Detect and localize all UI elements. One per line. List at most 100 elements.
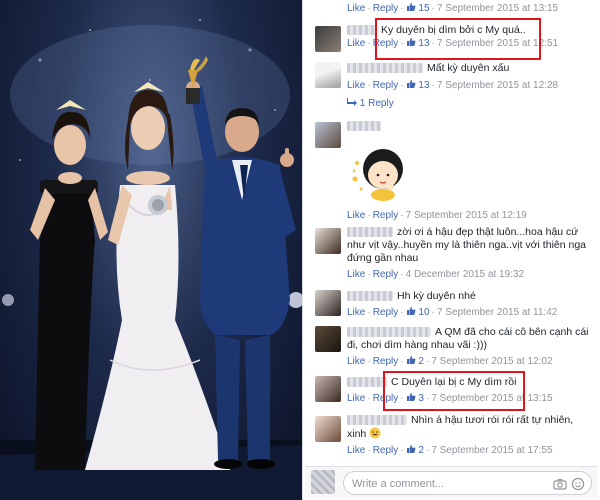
separator: ·	[431, 307, 435, 318]
comment-actions: Like · Reply · 10 · 7 September 2015 at 11:42	[347, 306, 594, 319]
reply-link[interactable]: Reply	[373, 445, 399, 456]
like-link[interactable]: Like	[347, 393, 365, 404]
comment-time[interactable]: 7 September 2015 at 13:15	[431, 393, 552, 404]
comment-actions: Like · Reply · 15 · 7 September 2015 at 13:15	[347, 2, 594, 15]
comment-text: Ky duyên bị dìm bởi c My quá..	[381, 24, 526, 36]
current-user-avatar	[311, 470, 335, 494]
comment-composer	[305, 466, 598, 498]
commenter-name-blurred[interactable]	[347, 327, 431, 338]
camera-icon[interactable]	[553, 477, 567, 491]
like-count[interactable]: 13	[406, 80, 430, 91]
comment-actions: Like · Reply · 13 · 7 September 2015 at 12:28	[347, 79, 594, 92]
comment-actions: Like · Reply · 2 · 7 September 2015 at 17:55	[347, 444, 594, 457]
comment-text: Hh kỳ duyên nhé	[397, 290, 476, 302]
reply-arrow-icon	[347, 98, 357, 106]
avatar[interactable]	[315, 62, 341, 88]
like-count-value: 15	[418, 3, 430, 14]
comments-panel: Like · Reply · 15 · 7 September 2015 at 13:15…	[302, 0, 600, 500]
separator: ·	[400, 356, 404, 367]
separator: ·	[367, 393, 371, 404]
like-count-value: 2	[418, 445, 424, 456]
like-count-value: 2	[418, 356, 424, 367]
avatar[interactable]	[315, 228, 341, 254]
comment-actions: Like · Reply · 13 · 7 September 2015 at 12:51	[347, 37, 594, 50]
comment-text: Mất kỳ duyên xấu	[427, 62, 510, 74]
replies-count: 1 Reply	[359, 98, 394, 109]
comment-input[interactable]	[352, 476, 502, 491]
like-count-value: 3	[418, 393, 424, 404]
like-count[interactable]: 15	[406, 3, 430, 14]
reply-link[interactable]: Reply	[373, 307, 399, 318]
commenter-name-blurred[interactable]	[347, 25, 377, 36]
thumbs-up-icon	[406, 80, 416, 88]
like-link[interactable]: Like	[347, 269, 365, 280]
award-photo[interactable]	[0, 0, 302, 500]
thumbs-up-icon	[406, 3, 416, 11]
separator: ·	[425, 356, 430, 367]
comment-time[interactable]: 7 September 2015 at 12:51	[437, 38, 558, 49]
reply-link[interactable]: Reply	[373, 80, 399, 91]
like-count[interactable]: 2	[406, 356, 424, 367]
reply-link[interactable]: Reply	[373, 393, 399, 404]
view-replies-link[interactable]: 1 Reply	[347, 98, 594, 109]
comment-time[interactable]: 7 September 2015 at 13:15	[437, 3, 558, 14]
like-count[interactable]: 10	[406, 307, 430, 318]
commenter-name-blurred[interactable]	[347, 63, 423, 74]
thumbs-up-icon	[406, 307, 416, 315]
reply-link[interactable]: Reply	[373, 210, 399, 221]
commenter-name-blurred[interactable]	[347, 227, 393, 238]
separator: ·	[367, 269, 371, 280]
avatar[interactable]	[315, 416, 341, 442]
commenter-name-blurred[interactable]	[347, 291, 393, 302]
comment-time[interactable]: 7 September 2015 at 17:55	[431, 445, 552, 456]
comment-time[interactable]: 7 September 2015 at 11:42	[437, 307, 557, 318]
like-link[interactable]: Like	[347, 307, 365, 318]
award-ceremony-illustration	[0, 19, 302, 500]
comment-time[interactable]: 4 December 2015 at 19:32	[406, 269, 524, 280]
thumbs-up-icon	[406, 445, 416, 453]
avatar[interactable]	[315, 376, 341, 402]
reply-link[interactable]: Reply	[373, 38, 399, 49]
like-link[interactable]: Like	[347, 80, 365, 91]
comment-input-box[interactable]	[343, 471, 592, 495]
like-link[interactable]: Like	[347, 445, 365, 456]
thumbs-up-icon	[406, 356, 416, 364]
separator: ·	[400, 80, 404, 91]
like-count-value: 13	[418, 80, 430, 91]
comment-time[interactable]: 7 September 2015 at 12:19	[406, 210, 527, 221]
reply-link[interactable]: Reply	[373, 269, 399, 280]
like-count[interactable]: 13	[406, 38, 430, 49]
separator: ·	[367, 80, 371, 91]
avatar[interactable]	[315, 26, 341, 52]
like-count[interactable]: 2	[406, 445, 424, 456]
like-count-value: 13	[418, 38, 430, 49]
like-count-value: 10	[418, 307, 430, 318]
avatar[interactable]	[315, 326, 341, 352]
comment-actions: Like · Reply · 2 · 7 September 2015 at 12:02	[347, 355, 594, 368]
commenter-name-blurred[interactable]	[347, 415, 407, 426]
emoji-icon[interactable]	[571, 477, 585, 491]
separator: ·	[367, 307, 371, 318]
comment-actions: Like · Reply · 4 December 2015 at 19:32	[347, 268, 594, 281]
thumbs-up-icon	[406, 38, 416, 46]
separator: ·	[367, 445, 371, 456]
reply-link[interactable]: Reply	[373, 3, 399, 14]
commenter-name-blurred[interactable]	[347, 121, 381, 132]
reply-link[interactable]: Reply	[373, 356, 399, 367]
separator: ·	[367, 210, 371, 221]
commenter-name-blurred[interactable]	[347, 377, 387, 388]
separator: ·	[425, 393, 430, 404]
comment-actions: Like · Reply · 7 September 2015 at 12:19	[347, 209, 594, 222]
avatar[interactable]	[315, 122, 341, 148]
comment-actions: Like · Reply · 3 · 7 September 2015 at 13:15	[347, 392, 594, 405]
avatar[interactable]	[315, 290, 341, 316]
comment-time[interactable]: 7 September 2015 at 12:02	[431, 356, 552, 367]
like-link[interactable]: Like	[347, 38, 365, 49]
like-count[interactable]: 3	[406, 393, 424, 404]
like-link[interactable]: Like	[347, 3, 365, 14]
like-link[interactable]: Like	[347, 356, 365, 367]
separator: ·	[367, 356, 371, 367]
comment-time[interactable]: 7 September 2015 at 12:28	[437, 80, 558, 91]
like-link[interactable]: Like	[347, 210, 365, 221]
separator: ·	[400, 269, 404, 280]
